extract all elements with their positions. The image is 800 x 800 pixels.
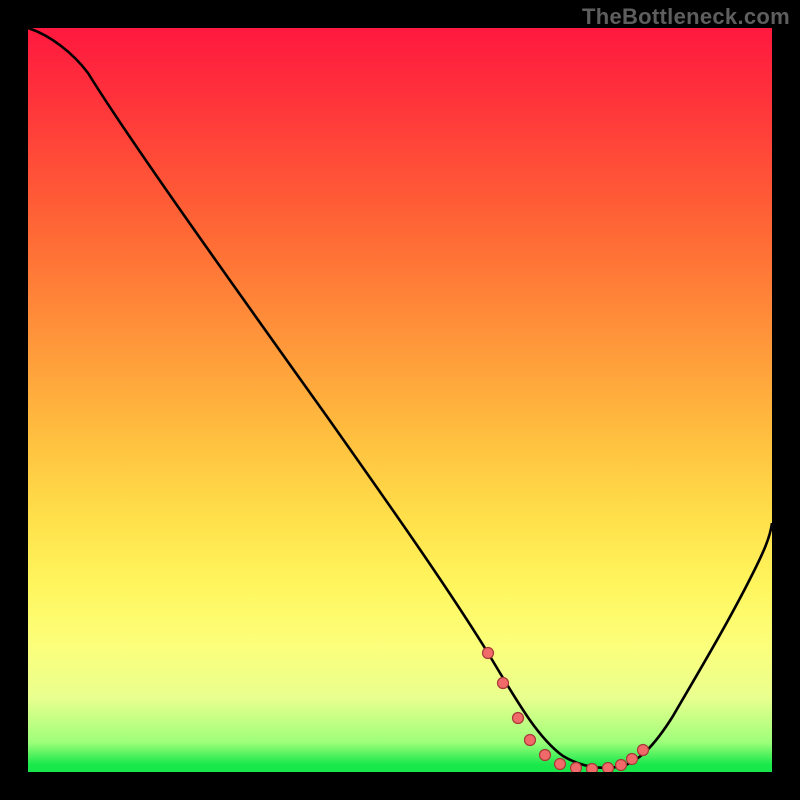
marker-dot xyxy=(498,678,509,689)
min-markers xyxy=(483,648,649,773)
marker-dot xyxy=(525,735,536,746)
marker-dot xyxy=(540,750,551,761)
chart-container: TheBottleneck.com xyxy=(0,0,800,800)
marker-dot xyxy=(483,648,494,659)
curve-path xyxy=(28,28,772,768)
marker-dot xyxy=(513,713,524,724)
marker-dot xyxy=(603,763,614,773)
marker-dot xyxy=(587,764,598,773)
marker-dot xyxy=(555,759,566,770)
marker-dot xyxy=(571,763,582,773)
marker-dot xyxy=(638,745,649,756)
watermark-text: TheBottleneck.com xyxy=(582,4,790,30)
marker-dot xyxy=(627,754,638,765)
plot-area xyxy=(28,28,772,772)
bottleneck-curve xyxy=(28,28,772,772)
marker-dot xyxy=(616,760,627,771)
